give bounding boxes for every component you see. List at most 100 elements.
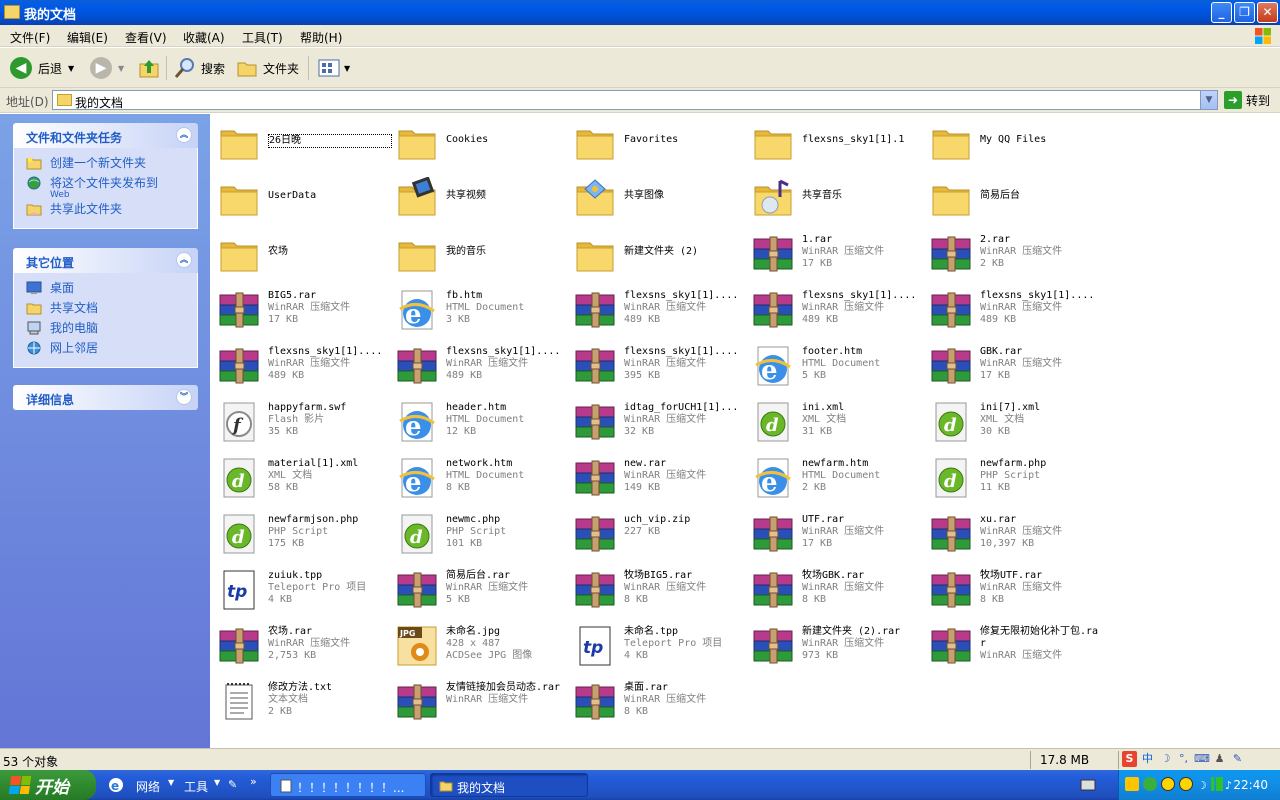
file-item[interactable]: 农场 — [216, 226, 394, 282]
file-item[interactable]: flexsns_sky1[1].... WinRAR 压缩文件 489 KB — [394, 338, 572, 394]
tray-green-icon[interactable] — [1143, 777, 1157, 791]
file-item[interactable]: BIG5.rar WinRAR 压缩文件 17 KB — [216, 282, 394, 338]
more-chevron-icon[interactable]: » — [250, 775, 257, 788]
file-item[interactable]: 牧场GBK.rar WinRAR 压缩文件 8 KB — [750, 562, 928, 618]
file-item[interactable]: d newfarmjson.php PHP Script 175 KB — [216, 506, 394, 562]
moon-icon[interactable]: ☽ — [1197, 779, 1207, 792]
file-item[interactable]: UTF.rar WinRAR 压缩文件 17 KB — [750, 506, 928, 562]
expand-icon[interactable]: ︾ — [176, 389, 192, 405]
up-button[interactable] — [138, 56, 160, 80]
task-new-folder[interactable]: 创建一个新文件夹 — [26, 154, 197, 174]
forward-button[interactable]: ▶ ▼ — [90, 56, 124, 80]
quick-tools[interactable]: 工具 — [184, 778, 208, 795]
tool-icon[interactable]: ✎ — [228, 778, 237, 791]
file-item[interactable]: 2.rar WinRAR 压缩文件 2 KB — [928, 226, 1106, 282]
close-button[interactable]: ✕ — [1257, 2, 1278, 23]
dropdown-arrow-icon[interactable]: ▼ — [214, 778, 220, 787]
place-my-computer[interactable]: 我的电脑 — [26, 319, 197, 339]
file-item[interactable]: 共享视频 — [394, 170, 572, 226]
file-item[interactable]: 共享图像 — [572, 170, 750, 226]
file-item[interactable]: 新建文件夹 (2).rar WinRAR 压缩文件 973 KB — [750, 618, 928, 674]
place-shared-docs[interactable]: 共享文档 — [26, 299, 197, 319]
address-input[interactable]: 我的文档 ▼ — [52, 90, 1218, 110]
file-item[interactable]: 新建文件夹 (2) — [572, 226, 750, 282]
minimize-button[interactable]: _ — [1211, 2, 1232, 23]
collapse-icon[interactable]: ︽ — [176, 127, 192, 143]
file-item[interactable]: e footer.htm HTML Document 5 KB — [750, 338, 928, 394]
moon-icon[interactable]: ☽ — [1158, 751, 1173, 767]
file-item[interactable]: tp 未命名.tpp Teleport Pro 项目 4 KB — [572, 618, 750, 674]
place-desktop[interactable]: 桌面 — [26, 279, 197, 299]
file-item[interactable]: flexsns_sky1[1].... WinRAR 压缩文件 395 KB — [572, 338, 750, 394]
keyboard-icon[interactable]: ⌨ — [1194, 751, 1210, 767]
file-item[interactable]: d ini[7].xml XML 文档 30 KB — [928, 394, 1106, 450]
panel-header[interactable]: 文件和文件夹任务 ︽ — [13, 123, 198, 148]
signal-icon[interactable] — [1211, 777, 1223, 791]
start-button[interactable]: 开始 — [0, 770, 96, 800]
folders-button[interactable]: 文件夹 — [236, 56, 299, 80]
file-item[interactable]: tp zuiuk.tpp Teleport Pro 项目 4 KB — [216, 562, 394, 618]
file-item[interactable]: Favorites — [572, 114, 750, 170]
file-item[interactable]: idtag_forUCH1[1]... WinRAR 压缩文件 32 KB — [572, 394, 750, 450]
file-item[interactable]: 我的音乐 — [394, 226, 572, 282]
file-item[interactable]: GBK.rar WinRAR 压缩文件 17 KB — [928, 338, 1106, 394]
file-item[interactable]: e header.htm HTML Document 12 KB — [394, 394, 572, 450]
task-share-folder[interactable]: 共享此文件夹 — [26, 200, 197, 220]
file-item[interactable]: 1.rar WinRAR 压缩文件 17 KB — [750, 226, 928, 282]
file-item[interactable]: 修复无限初始化补丁包.rar WinRAR 压缩文件 — [928, 618, 1106, 674]
file-item[interactable]: new.rar WinRAR 压缩文件 149 KB — [572, 450, 750, 506]
file-item[interactable]: uch_vip.zip 227 KB — [572, 506, 750, 562]
back-button[interactable]: ◀ 后退 ▼ — [10, 56, 74, 80]
sogou-ime-icon[interactable]: S — [1122, 751, 1137, 767]
menu-view[interactable]: 查看(V) — [125, 29, 167, 46]
panel-header[interactable]: 其它位置 ︽ — [13, 248, 198, 273]
file-item[interactable]: xu.rar WinRAR 压缩文件 10,397 KB — [928, 506, 1106, 562]
maximize-button[interactable]: ❐ — [1234, 2, 1255, 23]
file-item[interactable]: My QQ Files — [928, 114, 1106, 170]
file-item[interactable]: d ini.xml XML 文档 31 KB — [750, 394, 928, 450]
menu-favorites[interactable]: 收藏(A) — [183, 29, 225, 46]
file-item[interactable]: 26日晚 — [216, 114, 394, 170]
keyboard-icon[interactable] — [1080, 778, 1096, 792]
ime-chinese-icon[interactable]: 中 — [1140, 751, 1155, 767]
menu-edit[interactable]: 编辑(E) — [67, 29, 108, 46]
panel-header[interactable]: 详细信息 ︾ — [13, 385, 198, 410]
file-item[interactable]: flexsns_sky1[1].... WinRAR 压缩文件 489 KB — [750, 282, 928, 338]
speaker-icon[interactable]: ♪ — [1225, 779, 1232, 792]
file-item[interactable]: 简易后台.rar WinRAR 压缩文件 5 KB — [394, 562, 572, 618]
file-item[interactable]: 友情链接加会员动态.rar WinRAR 压缩文件 — [394, 674, 572, 730]
qq-icon[interactable] — [1161, 777, 1175, 791]
views-button[interactable]: ▼ — [318, 56, 350, 80]
file-item[interactable]: 修改方法.txt 文本文档 2 KB — [216, 674, 394, 730]
file-item[interactable]: flexsns_sky1[1].... WinRAR 压缩文件 489 KB — [572, 282, 750, 338]
task-button-my-documents[interactable]: 我的文档 — [430, 773, 588, 797]
file-item[interactable]: e newfarm.htm HTML Document 2 KB — [750, 450, 928, 506]
task-button-1[interactable]: ！！！！！！！！... — [270, 773, 426, 797]
qq-icon[interactable] — [1179, 777, 1193, 791]
file-item[interactable]: d newmc.php PHP Script 101 KB — [394, 506, 572, 562]
file-item[interactable]: UserData — [216, 170, 394, 226]
file-item[interactable]: f happyfarm.swf Flash 影片 35 KB — [216, 394, 394, 450]
file-item[interactable]: d newfarm.php PHP Script 11 KB — [928, 450, 1106, 506]
quick-network[interactable]: 网络 — [136, 778, 160, 795]
address-dropdown-icon[interactable]: ▼ — [1200, 91, 1217, 109]
file-item[interactable]: Cookies — [394, 114, 572, 170]
file-item[interactable]: flexsns_sky1[1].... WinRAR 压缩文件 489 KB — [216, 338, 394, 394]
file-item[interactable]: 农场.rar WinRAR 压缩文件 2,753 KB — [216, 618, 394, 674]
menu-help[interactable]: 帮助(H) — [300, 29, 342, 46]
place-network[interactable]: 网上邻居 — [26, 339, 197, 359]
user-icon[interactable]: ♟ — [1212, 751, 1227, 767]
file-item[interactable]: 桌面.rar WinRAR 压缩文件 8 KB — [572, 674, 750, 730]
file-item[interactable]: 共享音乐 — [750, 170, 928, 226]
dropdown-arrow-icon[interactable]: ▼ — [168, 778, 174, 787]
file-item[interactable]: 牧场UTF.rar WinRAR 压缩文件 8 KB — [928, 562, 1106, 618]
ime-toolbar[interactable]: S 中 ☽ °, ⌨ ♟ ✎ — [1122, 751, 1245, 767]
file-item[interactable]: 牧场BIG5.rar WinRAR 压缩文件 8 KB — [572, 562, 750, 618]
task-publish-web[interactable]: 将这个文件夹发布到 Web — [26, 174, 197, 200]
file-item[interactable]: e network.htm HTML Document 8 KB — [394, 450, 572, 506]
file-item[interactable]: flexsns_sky1[1].1 — [750, 114, 928, 170]
ie-icon[interactable]: e — [108, 777, 124, 793]
menu-file[interactable]: 文件(F) — [10, 29, 50, 46]
file-item[interactable]: d material[1].xml XML 文档 58 KB — [216, 450, 394, 506]
search-button[interactable]: 搜索 — [174, 56, 225, 80]
